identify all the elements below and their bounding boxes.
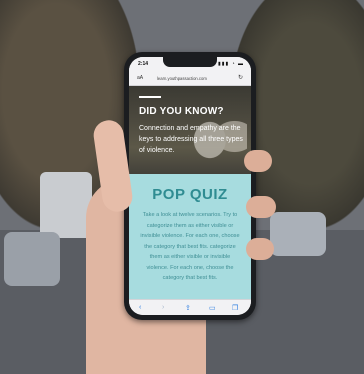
- parked-car-left: [4, 232, 60, 286]
- hero-divider: [139, 96, 161, 98]
- reload-icon[interactable]: ↻: [238, 74, 243, 81]
- forward-icon[interactable]: ›: [162, 304, 164, 311]
- address-bar[interactable]: aA learn.youthpassaction.com ↻: [129, 71, 251, 86]
- smartphone: 2:14 ▮▮▮ ◔ ▬ aA learn.youthpassaction.co…: [124, 52, 256, 320]
- hand-finger-1: [244, 150, 272, 172]
- hand-finger-2: [246, 196, 276, 218]
- back-icon[interactable]: ‹: [139, 304, 141, 311]
- parked-car-right: [270, 212, 326, 256]
- hero-text: Connection and empathy are the keys to a…: [139, 125, 243, 154]
- browser-toolbar: ‹ › ⇪ ▭ ❐: [129, 299, 251, 315]
- parked-van: [40, 172, 92, 238]
- tabs-icon[interactable]: ❐: [232, 304, 238, 312]
- hero-section: DID YOU KNOW? Connection and empathy are…: [129, 86, 251, 174]
- url-text[interactable]: learn.youthpassaction.com: [157, 76, 207, 81]
- quiz-section: POP QUIZ Take a look at twelve scenarios…: [129, 174, 251, 299]
- status-time: 2:14: [138, 61, 149, 67]
- hand-finger-3: [246, 238, 274, 260]
- hero-title: DID YOU KNOW?: [139, 106, 224, 117]
- quiz-text: Take a look at twelve scenarios. Try to …: [140, 212, 240, 281]
- phone-screen: 2:14 ▮▮▮ ◔ ▬ aA learn.youthpassaction.co…: [129, 57, 251, 315]
- phone-notch: [163, 57, 217, 67]
- reader-settings-button[interactable]: aA: [137, 75, 143, 81]
- share-icon[interactable]: ⇪: [185, 304, 191, 312]
- bookmarks-icon[interactable]: ▭: [209, 304, 216, 312]
- status-icons: ▮▮▮ ◔ ▬: [217, 61, 244, 67]
- quiz-title: POP QUIZ: [152, 186, 228, 203]
